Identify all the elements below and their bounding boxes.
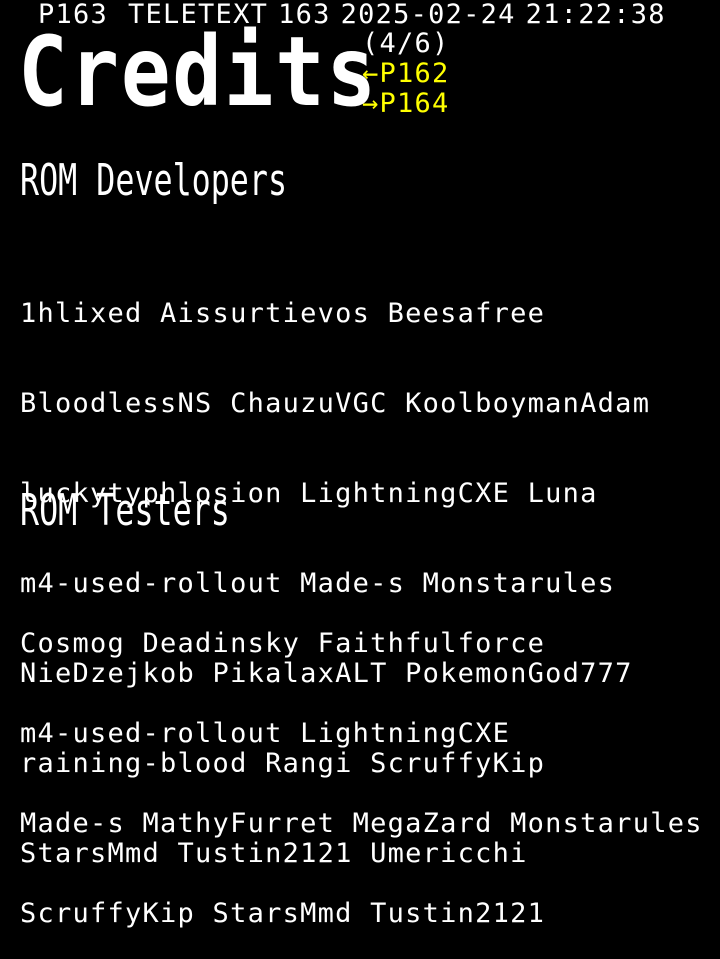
list-item: ScruffyKip StarsMmd Tustin2121 [20,898,546,929]
section-heading-rom-testers: ROM Testers [20,485,230,536]
next-page-link[interactable]: →P164 [362,89,450,119]
prev-page-link[interactable]: ←P162 [362,59,450,89]
list-item: BloodlessNS ChauzuVGC KoolboymanAdam [20,388,651,419]
rom-testers-list: Cosmog Deadinsky Faithfulforce m4-used-r… [20,569,703,959]
list-item: Made-s MathyFurret MegaZard Monstarules [20,808,703,839]
header-time: 21:22:38 [525,0,666,30]
list-item: Cosmog Deadinsky Faithfulforce [20,628,546,659]
page-title: Credits [18,16,378,128]
section-heading-rom-developers: ROM Developers [20,155,288,206]
page-index-indicator: (4/6) [362,28,450,59]
list-item: m4-used-rollout LightningCXE [20,718,511,749]
list-item: 1hlixed Aissurtievos Beesafree [20,298,546,329]
